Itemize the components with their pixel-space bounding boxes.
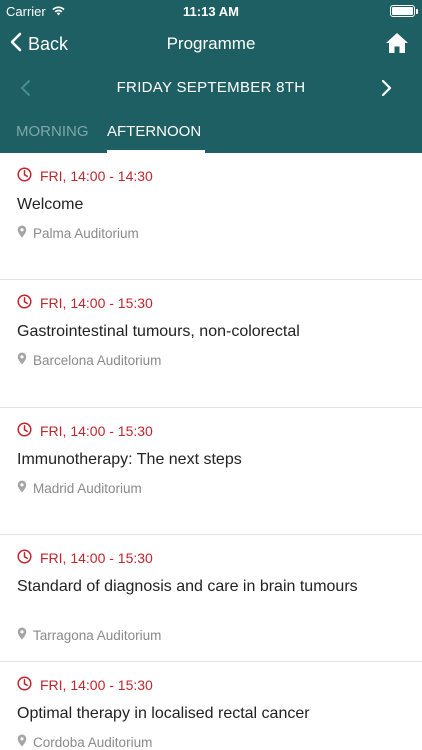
clock-icon: [17, 676, 32, 694]
session-location-row: Tarragona Auditorium: [17, 627, 161, 643]
session-time-row: FRI, 14:00 - 15:30: [17, 676, 153, 694]
session-item[interactable]: FRI, 14:00 - 15:30 Optimal therapy in lo…: [0, 662, 422, 750]
session-time: FRI, 14:00 - 15:30: [40, 295, 153, 311]
session-location: Madrid Auditorium: [33, 480, 142, 496]
tab-morning[interactable]: MORNING: [16, 123, 89, 148]
session-title: Standard of diagnosis and care in brain …: [17, 578, 358, 595]
session-location: Cordoba Auditorium: [33, 734, 153, 750]
session-time: FRI, 14:00 - 15:30: [40, 550, 153, 566]
session-item[interactable]: FRI, 14:00 - 15:30 Gastrointestinal tumo…: [0, 280, 422, 408]
session-location-row: Madrid Auditorium: [17, 480, 142, 496]
session-time-row: FRI, 14:00 - 14:30: [17, 167, 153, 185]
clock-icon: [17, 167, 32, 185]
location-pin-icon: [17, 627, 27, 643]
session-item[interactable]: FRI, 14:00 - 14:30 Welcome Palma Auditor…: [0, 153, 422, 280]
session-location-row: Barcelona Auditorium: [17, 352, 161, 368]
clock-icon: [17, 549, 32, 567]
session-time: FRI, 14:00 - 15:30: [40, 423, 153, 439]
clock-icon: [17, 422, 32, 440]
session-title: Optimal therapy in localised rectal canc…: [17, 705, 310, 722]
home-button[interactable]: [384, 30, 410, 56]
tab-bar: MORNING AFTERNOON: [0, 110, 422, 153]
home-icon: [384, 33, 410, 60]
session-time-row: FRI, 14:00 - 15:30: [17, 422, 153, 440]
session-title: Gastrointestinal tumours, non-colorectal: [17, 323, 300, 340]
session-title: Immunotherapy: The next steps: [17, 451, 242, 468]
location-pin-icon: [17, 352, 27, 368]
session-time: FRI, 14:00 - 15:30: [40, 677, 153, 693]
battery-icon: [390, 5, 418, 17]
chevron-right-icon: [376, 79, 396, 104]
location-pin-icon: [17, 480, 27, 496]
session-location: Barcelona Auditorium: [33, 352, 162, 368]
day-title: FRIDAY SEPTEMBER 8TH: [116, 79, 306, 96]
status-time: 11:13 AM: [183, 4, 239, 19]
clock-icon: [17, 294, 32, 312]
header: Carrier 11:13 AM Back Programme FRIDAY S…: [0, 0, 422, 153]
session-location-row: Palma Auditorium: [17, 225, 139, 241]
session-title: Welcome: [17, 196, 84, 213]
session-item[interactable]: FRI, 14:00 - 15:30 Immunotherapy: The ne…: [0, 408, 422, 535]
session-time-row: FRI, 14:00 - 15:30: [17, 294, 153, 312]
session-location-row: Cordoba Auditorium: [17, 734, 152, 750]
navbar: Back Programme: [0, 22, 422, 66]
session-time: FRI, 14:00 - 14:30: [40, 168, 153, 184]
status-bar: Carrier 11:13 AM: [0, 0, 422, 22]
session-item[interactable]: FRI, 14:00 - 15:30 Standard of diagnosis…: [0, 535, 422, 662]
day-selector: FRIDAY SEPTEMBER 8TH: [0, 66, 422, 110]
location-pin-icon: [17, 734, 27, 750]
session-location: Tarragona Auditorium: [33, 627, 162, 643]
page-title: Programme: [166, 34, 256, 53]
session-time-row: FRI, 14:00 - 15:30: [17, 549, 153, 567]
tab-afternoon[interactable]: AFTERNOON: [107, 123, 201, 148]
next-day-button[interactable]: [376, 76, 396, 100]
session-location: Palma Auditorium: [33, 225, 139, 241]
location-pin-icon: [17, 225, 27, 241]
